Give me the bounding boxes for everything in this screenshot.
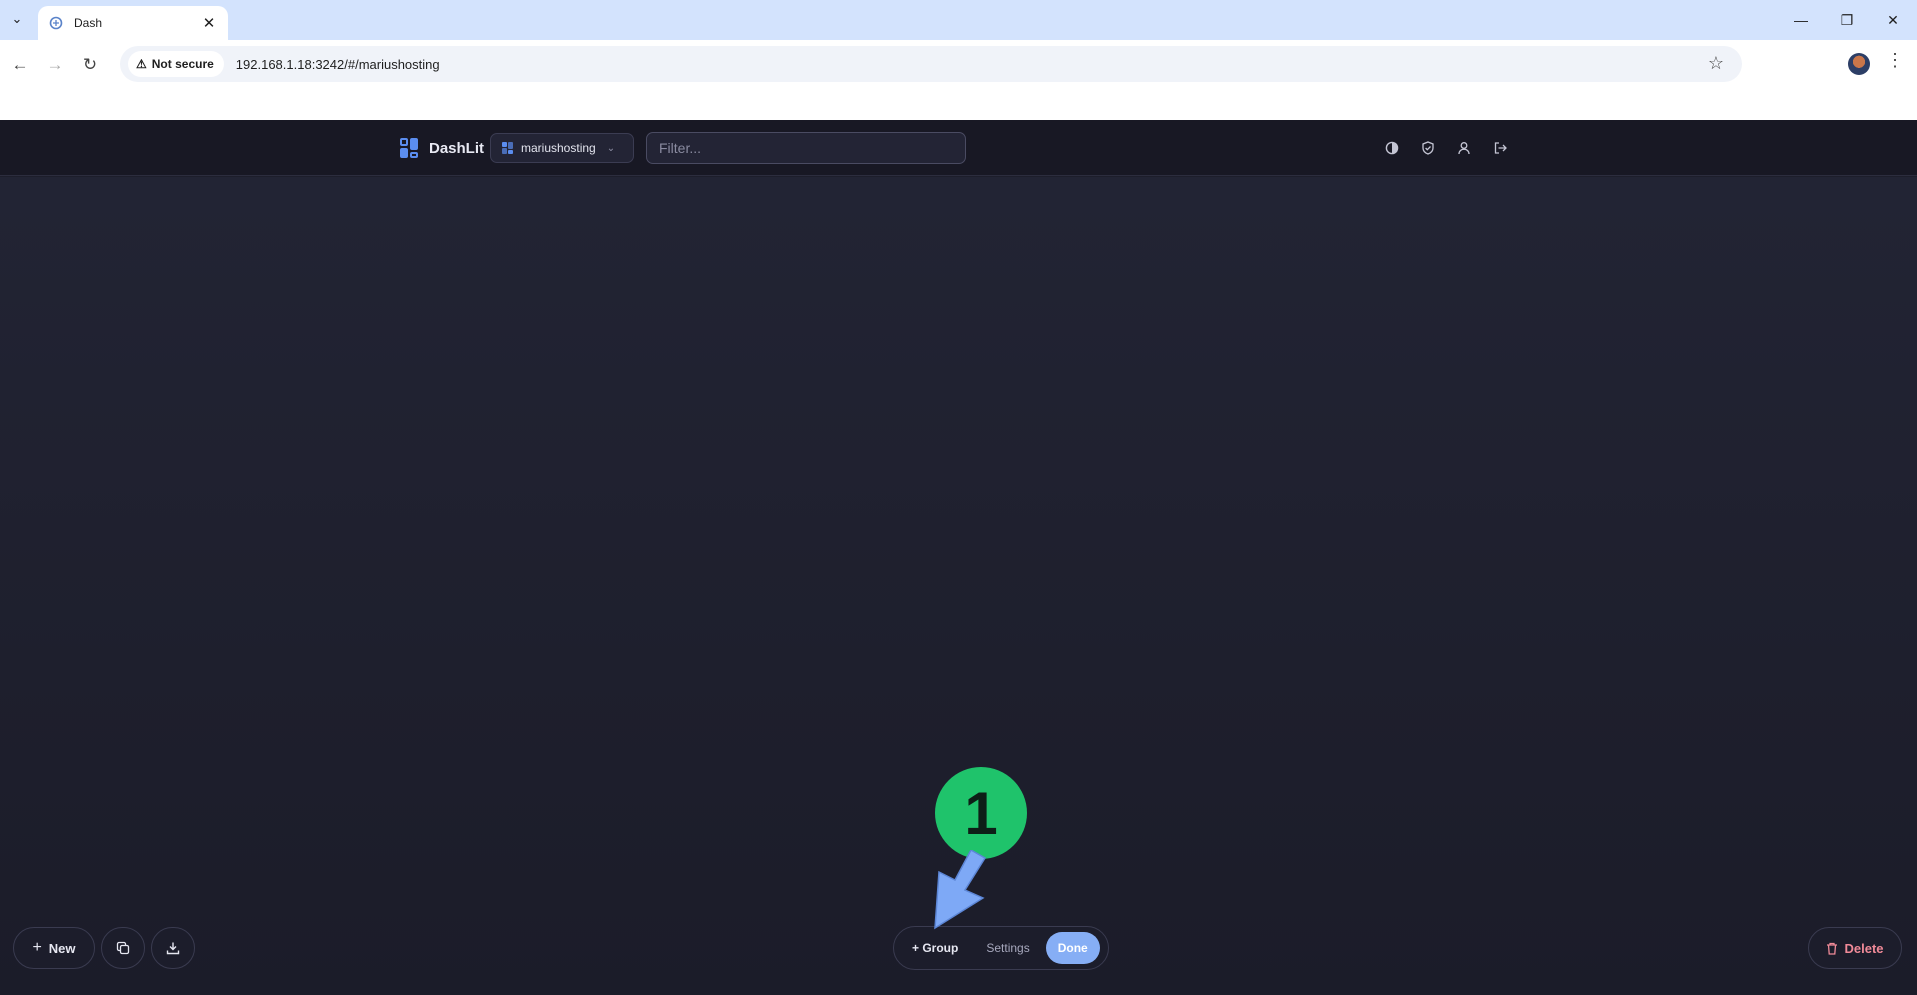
site-info-chip[interactable]: ⚠ Not secure <box>128 51 224 77</box>
board-select[interactable]: mariushosting ⌄ <box>490 133 634 163</box>
duplicate-icon <box>116 941 130 955</box>
new-button[interactable]: + New <box>13 927 95 969</box>
chevron-down-icon: ⌄ <box>606 142 616 154</box>
profile-avatar[interactable] <box>1848 53 1870 75</box>
brand-title[interactable]: DashLit <box>429 140 484 157</box>
restore-icon[interactable]: ❐ <box>1824 8 1870 32</box>
download-button[interactable] <box>151 927 195 969</box>
plus-icon: + <box>32 939 42 956</box>
download-icon <box>166 942 180 955</box>
settings-button[interactable]: Settings <box>974 932 1041 964</box>
step-number: 1 <box>964 779 998 847</box>
address-bar[interactable]: ⚠ Not secure 192.168.1.18:3242/#/mariush… <box>120 46 1742 82</box>
tab-close-icon[interactable]: ✕ <box>200 14 218 32</box>
board-icon <box>502 142 514 154</box>
delete-button-label: Delete <box>1844 940 1884 956</box>
browser-menu-icon[interactable]: ⋮ <box>1886 50 1904 71</box>
warning-icon: ⚠ <box>136 57 147 71</box>
tab-favicon-icon <box>48 15 64 31</box>
trash-icon <box>1827 942 1838 955</box>
url-text[interactable]: 192.168.1.18:3242/#/mariushosting <box>236 57 440 72</box>
step-badge: 1 <box>935 767 1027 859</box>
filter-input[interactable] <box>646 132 966 164</box>
delete-button[interactable]: Delete <box>1808 927 1902 969</box>
back-icon[interactable]: ← <box>5 50 35 80</box>
close-window-icon[interactable]: ✕ <box>1870 8 1916 32</box>
user-icon[interactable] <box>1454 138 1474 158</box>
forward-icon[interactable]: → <box>40 50 70 80</box>
minimize-icon[interactable]: — <box>1778 8 1824 32</box>
bookmark-star-icon[interactable]: ☆ <box>1708 53 1724 74</box>
new-button-label: New <box>48 940 76 956</box>
dashlit-logo-icon <box>400 138 418 158</box>
reload-icon[interactable]: ↻ <box>75 50 105 80</box>
browser-tab[interactable]: Dash ✕ <box>38 6 228 40</box>
logout-icon[interactable] <box>1490 138 1510 158</box>
annotation-arrow-icon <box>934 850 987 930</box>
duplicate-button[interactable] <box>101 927 145 969</box>
tab-search-chevron-icon[interactable]: ⌄ <box>6 8 28 30</box>
app-header: DashLit mariushosting ⌄ <box>0 120 1917 176</box>
tab-title: Dash <box>74 16 103 30</box>
done-button[interactable]: Done <box>1045 932 1100 964</box>
add-group-button[interactable]: + Group <box>900 932 970 964</box>
board-name: mariushosting <box>521 141 596 155</box>
theme-icon[interactable] <box>1382 138 1402 158</box>
browser-toolbar: ← → ↻ ⚠ Not secure 192.168.1.18:3242/#/m… <box>0 40 1917 120</box>
browser-tab-strip: ⌄ Dash ✕ — ❐ ✕ <box>0 0 1917 40</box>
not-secure-label: Not secure <box>151 57 214 71</box>
shield-icon[interactable] <box>1418 138 1438 158</box>
